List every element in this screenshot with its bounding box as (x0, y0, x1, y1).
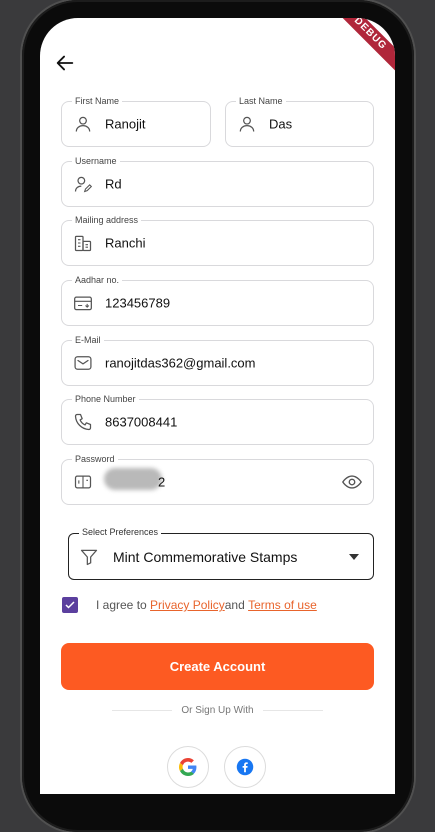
phone-label: Phone Number (72, 393, 139, 405)
first-name-value: Ranojit (105, 116, 146, 132)
preferences-value: Mint Commemorative Stamps (113, 549, 298, 565)
mailing-address-field[interactable]: Mailing address Ranchi (61, 214, 374, 266)
phone-icon (74, 413, 92, 431)
google-icon (179, 758, 197, 776)
id-card-icon (74, 296, 92, 311)
preferences-label: Select Preferences (79, 527, 162, 537)
password-key-icon (74, 475, 92, 489)
divider-right (263, 710, 323, 711)
agree-checkbox[interactable] (62, 597, 78, 613)
username-label: Username (72, 155, 120, 167)
or-sign-up-text: Or Sign Up With (181, 705, 254, 716)
phone-field[interactable]: Phone Number 8637008441 (61, 393, 374, 445)
signup-screen: DEBUG First Name Ranojit Last Name Das U… (40, 18, 395, 794)
aadhar-field[interactable]: Aadhar no. 123456789 (61, 274, 374, 326)
facebook-icon (236, 758, 254, 776)
aadhar-value: 123456789 (105, 295, 171, 311)
first-name-label: First Name (72, 95, 123, 107)
create-account-button[interactable]: Create Account (61, 643, 374, 690)
password-tail: 2 (158, 474, 166, 490)
agree-prefix: I agree to (96, 598, 151, 612)
password-field[interactable]: Password 2 (61, 453, 374, 505)
facebook-signup-button[interactable] (224, 746, 266, 788)
phone-value: 8637008441 (105, 414, 178, 430)
agreement-row: I agree to Privacy Policy and Terms of u… (62, 597, 317, 613)
email-field[interactable]: E-Mail ranojitdas362@gmail.com (61, 334, 374, 386)
google-signup-button[interactable] (167, 746, 209, 788)
password-obscured (104, 468, 162, 490)
last-name-label: Last Name (236, 95, 286, 107)
eye-icon[interactable] (341, 471, 363, 493)
person-icon (239, 116, 255, 132)
filter-icon (80, 549, 98, 566)
privacy-policy-link[interactable]: Privacy Policy (150, 598, 225, 612)
last-name-field[interactable]: Last Name Das (225, 95, 374, 147)
last-name-value: Das (269, 116, 293, 132)
check-icon (65, 601, 75, 609)
preferences-select[interactable]: Select Preferences Mint Commemorative St… (68, 527, 374, 580)
agree-and: and (224, 598, 249, 612)
aadhar-label: Aadhar no. (72, 274, 123, 286)
mailing-address-value: Ranchi (105, 235, 146, 251)
email-label: E-Mail (72, 334, 104, 346)
chevron-down-icon (349, 554, 359, 560)
terms-of-use-link[interactable]: Terms of use (248, 598, 317, 612)
person-edit-icon (74, 176, 93, 193)
username-field[interactable]: Username Rd (61, 155, 374, 207)
username-value: Rd (105, 176, 122, 192)
person-icon (75, 116, 91, 132)
password-label: Password (72, 453, 118, 465)
mailing-address-label: Mailing address (72, 214, 142, 226)
building-icon (74, 235, 92, 252)
email-value: ranojitdas362@gmail.com (105, 355, 256, 371)
first-name-field[interactable]: First Name Ranojit (61, 95, 211, 147)
back-arrow-icon[interactable] (54, 52, 76, 74)
mail-icon (74, 356, 92, 370)
